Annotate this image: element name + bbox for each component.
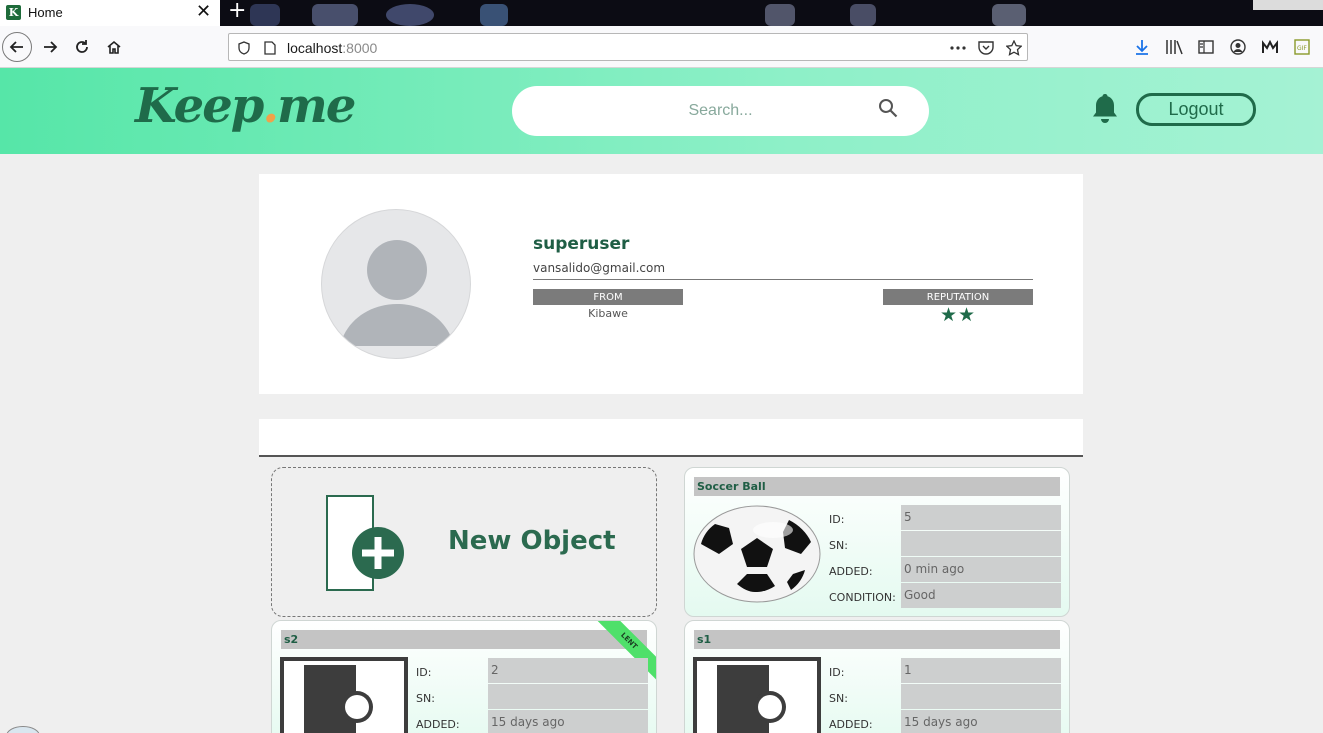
- field-label-added: ADDED:: [829, 718, 873, 731]
- chat-bubble-widget[interactable]: [6, 726, 40, 733]
- logout-button[interactable]: Logout: [1136, 93, 1256, 126]
- field-value-added: 15 days ago: [488, 710, 648, 733]
- object-name: s1: [694, 630, 1060, 649]
- browser-toolbar: localhost:8000 GIF: [0, 26, 1323, 68]
- bookmark-star-icon[interactable]: [1005, 39, 1023, 57]
- malwarebytes-extension-icon[interactable]: [1260, 37, 1280, 57]
- field-label-added: ADDED:: [416, 718, 460, 731]
- new-object-label: New Object: [448, 526, 616, 556]
- gif-extension-icon[interactable]: GIF: [1292, 37, 1312, 57]
- sidebar-icon[interactable]: [1196, 37, 1216, 57]
- new-object-button[interactable]: New Object: [271, 467, 657, 617]
- reload-icon[interactable]: [68, 34, 96, 60]
- add-object-icon: [324, 494, 408, 598]
- objects-panel: New Object Soccer Ball ID: 5 SN: ADDED: …: [259, 419, 1083, 733]
- field-value-id: 5: [901, 505, 1061, 530]
- door-placeholder-icon: [693, 657, 821, 733]
- new-tab-button[interactable]: +: [228, 0, 246, 23]
- profile-card: superuser vansalido@gmail.com FROM Kibaw…: [259, 174, 1083, 394]
- pocket-icon[interactable]: [977, 39, 995, 57]
- site-header: Keep.me Logout: [0, 68, 1323, 154]
- soccer-ball-icon: [693, 504, 821, 604]
- browser-tab-bar: K Home ✕ +: [0, 0, 1323, 26]
- field-label-sn: SN:: [829, 692, 848, 705]
- field-value-sn: [901, 531, 1061, 556]
- reputation-label: REPUTATION: [883, 289, 1033, 305]
- door-placeholder-icon: [280, 657, 408, 733]
- account-icon[interactable]: [1228, 37, 1248, 57]
- field-value-added: 15 days ago: [901, 710, 1061, 733]
- field-value-sn: [901, 684, 1061, 709]
- field-value-added: 0 min ago: [901, 557, 1061, 582]
- search-box: [512, 86, 929, 136]
- default-user-icon: [340, 240, 454, 346]
- field-label-condition: CONDITION:: [829, 591, 896, 604]
- object-card-soccer-ball[interactable]: Soccer Ball ID: 5 SN: ADDED: 0 min ago C…: [684, 467, 1070, 617]
- from-value: Kibawe: [588, 307, 628, 320]
- object-name: s2: [281, 630, 647, 649]
- from-label: FROM: [533, 289, 683, 305]
- downloads-icon[interactable]: [1132, 37, 1152, 57]
- page-actions-icon[interactable]: [949, 39, 967, 57]
- field-value-id: 2: [488, 658, 648, 683]
- forward-icon[interactable]: [36, 34, 64, 60]
- field-value-sn: [488, 684, 648, 709]
- field-label-added: ADDED:: [829, 565, 873, 578]
- tab-close-icon[interactable]: ✕: [196, 2, 211, 22]
- back-icon[interactable]: [2, 32, 32, 62]
- taskbar-thumbnails: [250, 0, 1050, 26]
- user-email: vansalido@gmail.com: [533, 261, 1033, 280]
- site-favicon-icon: K: [6, 5, 21, 20]
- reputation-stars: ★★: [939, 304, 977, 326]
- field-value-condition: Good: [901, 583, 1061, 608]
- svg-text:GIF: GIF: [1297, 45, 1307, 52]
- library-icon[interactable]: [1164, 37, 1184, 57]
- url-text[interactable]: localhost:8000: [287, 40, 377, 56]
- page-info-icon[interactable]: [261, 39, 279, 57]
- field-label-sn: SN:: [416, 692, 435, 705]
- site-logo[interactable]: Keep.me: [135, 78, 356, 134]
- field-label-id: ID:: [416, 666, 432, 679]
- object-card-s1[interactable]: s1 ID: 1 SN: ADDED: 15 days ago: [684, 620, 1070, 733]
- avatar: [321, 209, 471, 359]
- tracking-shield-icon[interactable]: [235, 39, 253, 57]
- address-bar[interactable]: localhost:8000: [228, 33, 1028, 61]
- home-icon[interactable]: [100, 34, 128, 60]
- search-icon[interactable]: [878, 98, 898, 122]
- field-label-id: ID:: [829, 666, 845, 679]
- browser-tab-home[interactable]: K Home ✕: [0, 0, 220, 26]
- field-label-id: ID:: [829, 513, 845, 526]
- object-card-s2[interactable]: s2 LENT ID: 2 SN: ADDED: 15 days ago: [271, 620, 657, 733]
- notifications-bell-icon[interactable]: [1090, 92, 1120, 128]
- object-name: Soccer Ball: [694, 477, 1060, 496]
- field-label-sn: SN:: [829, 539, 848, 552]
- username: superuser: [533, 234, 630, 254]
- field-value-id: 1: [901, 658, 1061, 683]
- tab-title: Home: [28, 5, 63, 20]
- search-input[interactable]: [512, 86, 929, 136]
- objects-header: [259, 419, 1083, 457]
- window-controls[interactable]: [1253, 0, 1323, 10]
